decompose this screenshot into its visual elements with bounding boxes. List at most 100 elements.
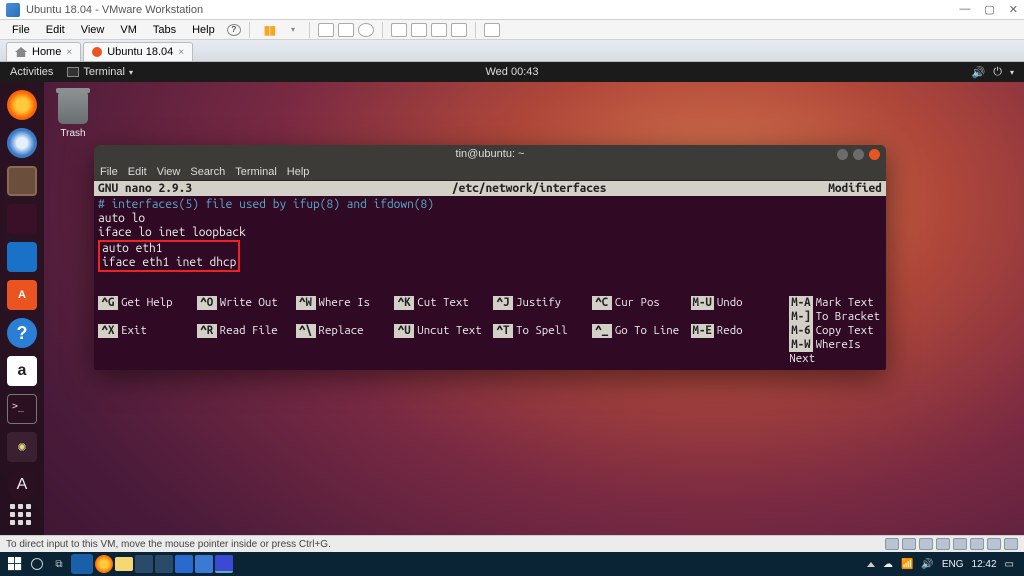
status-usb-icon[interactable] (936, 538, 950, 550)
status-sound-icon[interactable] (953, 538, 967, 550)
tray-volume-icon[interactable]: 🔊 (921, 559, 933, 570)
tab-close-icon[interactable]: × (66, 47, 72, 58)
divider (249, 22, 250, 38)
terminal-menubar: File Edit View Search Terminal Help (94, 163, 886, 181)
app-menu-terminal[interactable]: Terminal ▾ (67, 66, 133, 78)
fullscreen-icon[interactable] (451, 23, 467, 37)
status-floppy-icon[interactable] (987, 538, 1001, 550)
taskbar-vmware[interactable] (215, 555, 233, 573)
menu-edit[interactable]: Edit (40, 22, 71, 38)
taskbar-app2[interactable] (195, 555, 213, 573)
window-minimize-button[interactable] (837, 149, 848, 160)
status-cd-icon[interactable] (902, 538, 916, 550)
tray-overflow-icon[interactable] (867, 562, 875, 567)
status-net-icon[interactable] (919, 538, 933, 550)
vmware-menubar: File Edit View VM Tabs Help ? ▮▮ ▾ (0, 20, 1024, 40)
tray-notifications-icon[interactable]: ▭ (1005, 559, 1014, 570)
taskbar-mail[interactable] (175, 555, 193, 573)
tab-ubuntu-label: Ubuntu 18.04 (107, 46, 173, 58)
minimize-button[interactable]: — (959, 3, 970, 16)
tab-ubuntu[interactable]: Ubuntu 18.04 × (83, 42, 193, 61)
menu-help[interactable]: Help (186, 22, 221, 38)
tray-clock[interactable]: 12:42 (972, 559, 997, 570)
show-applications-button[interactable] (10, 504, 31, 525)
app-menu-label: Terminal (83, 66, 125, 78)
terminal-window[interactable]: tin@ubuntu: ~ File Edit View Search Term… (94, 145, 886, 370)
activities-button[interactable]: Activities (10, 66, 53, 78)
terminal-titlebar[interactable]: tin@ubuntu: ~ (94, 145, 886, 163)
taskbar-firefox[interactable] (95, 555, 113, 573)
tray-wifi-icon[interactable]: 📶 (901, 559, 913, 570)
divider (382, 22, 383, 38)
term-menu-edit[interactable]: Edit (128, 166, 147, 178)
system-status-area[interactable]: 🔊 ⏻ ▾ (972, 66, 1014, 79)
taskbar-app[interactable] (135, 555, 153, 573)
dock-software[interactable]: A (7, 280, 37, 310)
dock-updater[interactable]: A (7, 470, 37, 500)
tab-close-icon[interactable]: × (178, 47, 184, 58)
revert-icon[interactable] (338, 23, 354, 37)
term-menu-view[interactable]: View (157, 166, 181, 178)
caret-down-icon: ▾ (1010, 68, 1014, 77)
dock-amazon[interactable]: a (7, 356, 37, 386)
tab-home[interactable]: Home × (6, 42, 81, 61)
desktop-trash[interactable]: Trash (58, 92, 88, 139)
caret-down-icon: ▾ (129, 68, 133, 77)
maximize-button[interactable]: ▢ (984, 3, 994, 16)
unity-icon[interactable] (431, 23, 447, 37)
dock-settings[interactable]: ✺ (7, 432, 37, 462)
snapshot-icon[interactable] (318, 23, 334, 37)
dock-firefox[interactable] (7, 90, 37, 120)
taskbar-explorer[interactable] (115, 557, 133, 571)
screen-icon-2[interactable] (411, 23, 427, 37)
menu-view[interactable]: View (75, 22, 111, 38)
terminal-icon (67, 67, 79, 77)
term-menu-file[interactable]: File (100, 166, 118, 178)
vmware-status-bar: To direct input to this VM, move the mou… (0, 535, 1024, 552)
menu-tabs[interactable]: Tabs (147, 22, 182, 38)
status-msg-icon[interactable] (1004, 538, 1018, 550)
guest-desktop[interactable]: Activities Terminal ▾ Wed 00:43 🔊 ⏻ ▾ A … (0, 62, 1024, 535)
nano-version: GNU nano 2.9.3 (98, 182, 412, 195)
nano-editor-body[interactable]: # interfaces(5) file used by ifup(8) and… (94, 196, 886, 294)
vmware-tabbar: Home × Ubuntu 18.04 × (0, 40, 1024, 62)
taskbar-store[interactable] (155, 555, 173, 573)
tray-onedrive-icon[interactable]: ☁ (883, 559, 893, 570)
taskview-button[interactable]: ⧉ (48, 554, 70, 574)
window-maximize-button[interactable] (853, 149, 864, 160)
term-menu-search[interactable]: Search (190, 166, 225, 178)
trash-label: Trash (58, 128, 88, 139)
vmware-logo-icon (6, 3, 20, 17)
power-dropdown[interactable]: ▾ (285, 23, 301, 36)
clock[interactable]: Wed 00:43 (485, 66, 538, 78)
dock-help[interactable]: ? (7, 318, 37, 348)
ubuntu-icon (92, 47, 102, 57)
status-printer-icon[interactable] (970, 538, 984, 550)
dock-files[interactable] (7, 166, 37, 196)
library-icon[interactable] (484, 23, 500, 37)
screen-icon-1[interactable] (391, 23, 407, 37)
close-button[interactable]: ✕ (1009, 3, 1018, 16)
term-menu-terminal[interactable]: Terminal (235, 166, 277, 178)
status-hdd-icon[interactable] (885, 538, 899, 550)
vm-pause-button[interactable]: ▮▮ (258, 21, 281, 39)
editor-line: auto lo (98, 212, 882, 226)
dock-terminal[interactable] (7, 394, 37, 424)
start-button[interactable] (4, 554, 26, 574)
menu-vm[interactable]: VM (114, 22, 143, 38)
window-close-button[interactable] (869, 149, 880, 160)
tray-language[interactable]: ENG (942, 559, 964, 570)
divider (309, 22, 310, 38)
dock-libreoffice-writer[interactable] (7, 242, 37, 272)
vmware-window-title: Ubuntu 18.04 - VMware Workstation (26, 4, 959, 16)
taskbar-edge[interactable] (71, 554, 93, 574)
cortana-button[interactable] (26, 554, 48, 574)
dock-thunderbird[interactable] (7, 128, 37, 158)
nano-shortcut-footer: ^GGet Help ^OWrite Out ^WWhere Is ^KCut … (94, 294, 886, 370)
gnome-top-bar: Activities Terminal ▾ Wed 00:43 🔊 ⏻ ▾ (0, 62, 1024, 82)
help-icon[interactable]: ? (227, 24, 241, 36)
term-menu-help[interactable]: Help (287, 166, 310, 178)
manage-snapshot-icon[interactable] (358, 23, 374, 37)
dock-rhythmbox[interactable] (7, 204, 37, 234)
menu-file[interactable]: File (6, 22, 36, 38)
